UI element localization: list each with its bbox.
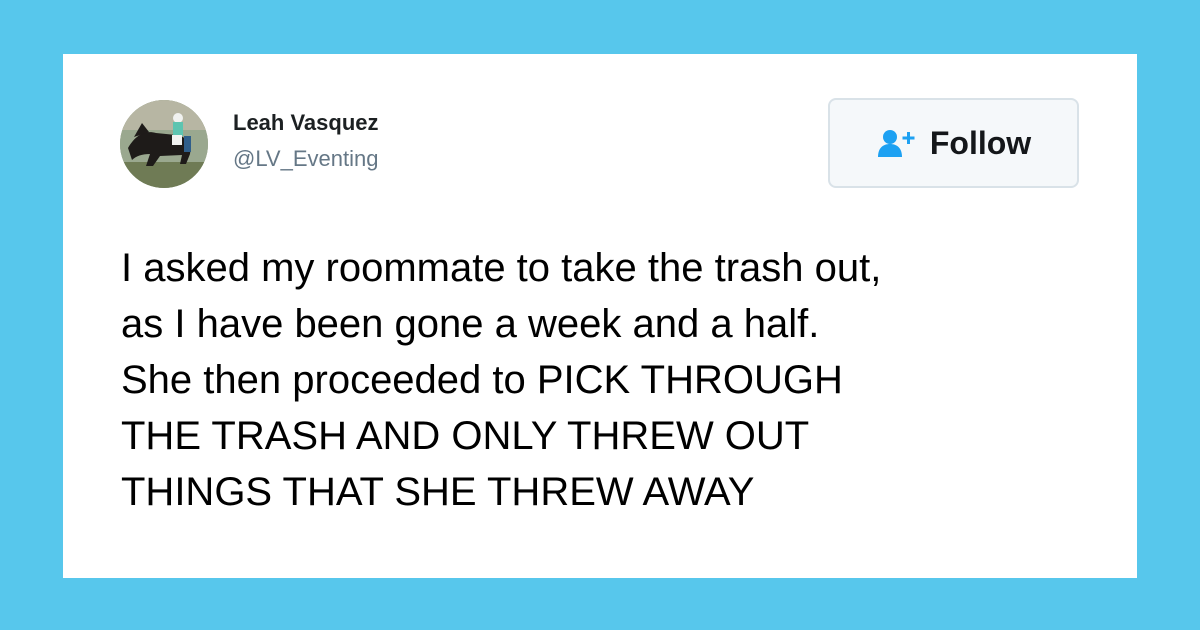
tweet-line: THE TRASH AND ONLY THREW OUT [121,414,810,458]
follow-label: Follow [929,124,1032,161]
user-name[interactable]: Leah Vasquez [233,110,379,136]
tweet-card: Leah Vasquez @LV_Eventing Follow I asked… [63,54,1137,578]
avatar[interactable] [120,100,208,188]
follow-button[interactable]: Follow [828,98,1079,188]
user-handle[interactable]: @LV_Eventing [233,146,378,172]
add-user-icon [876,127,918,159]
horse-rider-avatar-image [120,100,208,188]
tweet-line: She then proceeded to PICK THROUGH [121,358,843,402]
tweet-line: I asked my roommate to take the trash ou… [121,246,882,290]
tweet-line: THINGS THAT SHE THREW AWAY [121,470,755,514]
tweet-line: as I have been gone a week and a half. [121,302,820,346]
tweet-text: I asked my roommate to take the trash ou… [121,240,1101,520]
